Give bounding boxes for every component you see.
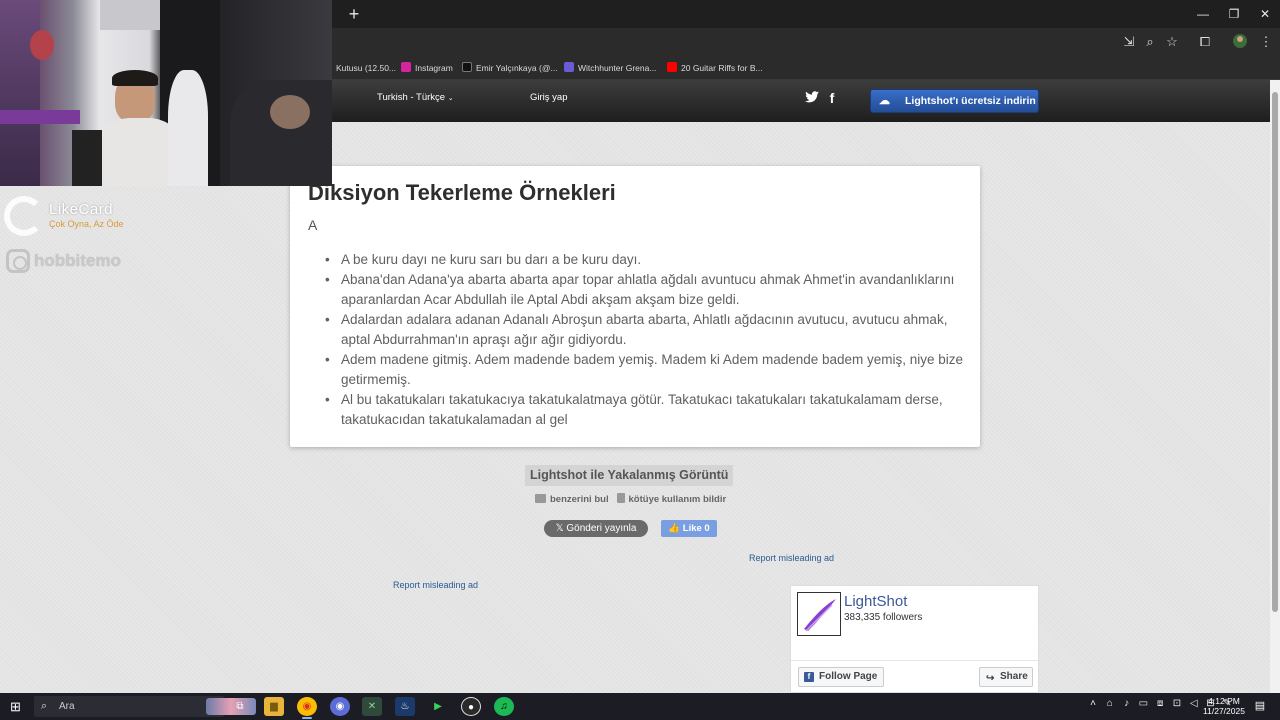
bookmark-witchhunter[interactable]: Witchhunter Grena... <box>564 60 656 76</box>
follower-count: 383,335 followers <box>844 612 923 623</box>
chevron-down-icon: ⌄ <box>447 95 454 102</box>
webcam-overlay <box>0 0 332 186</box>
list-item: Abana'dan Adana'ya abarta abarta apar to… <box>325 270 969 310</box>
instagram-icon <box>401 62 411 72</box>
bookmark-instagram[interactable]: Instagram <box>401 60 453 76</box>
chrome-icon[interactable]: ◉ <box>297 697 317 716</box>
report-ad-link[interactable]: Report misleading ad <box>749 553 834 563</box>
report-abuse-link[interactable]: kötüye kullanım bildir <box>616 493 726 505</box>
obs-icon[interactable]: ● <box>461 697 481 716</box>
profile-icon[interactable] <box>1231 33 1249 51</box>
divider <box>791 660 1038 661</box>
twitter-icon[interactable] <box>804 91 820 107</box>
shield-icon <box>564 62 574 72</box>
follow-page-button[interactable]: f Follow Page <box>798 667 884 687</box>
taskbar-search[interactable]: ⌕ Ara <box>34 696 256 717</box>
likecard-logo <box>4 196 44 236</box>
extensions-icon[interactable]: ⧠ <box>1196 33 1214 51</box>
taskbar: ⊞ ⌕ Ara ⧉ ▆ ◉ ◉ ✕ ♨ ▶ ● ♫ ˄ ⌂ ♪ ▭ ⧈ ⊡ ◁ … <box>0 693 1280 720</box>
chevron-up-icon[interactable]: ˄ <box>1086 698 1100 709</box>
find-similar-link[interactable]: benzerini bul <box>535 494 609 505</box>
star-icon[interactable]: ☆ <box>1163 33 1181 51</box>
zoom-icon[interactable]: ⌕ <box>1141 33 1159 51</box>
cloud-download-icon: ☁ <box>879 95 890 107</box>
likecard-watermark: LikeCard Çok Oyna, Az Öde <box>4 196 144 236</box>
tongue-twister-list: A be kuru dayı ne kuru sarı bu darı a be… <box>325 250 969 430</box>
share-button[interactable]: ↪ Share <box>979 667 1033 687</box>
search-icon: ⌕ <box>41 700 48 712</box>
chrome-profile-icon[interactable]: ◉ <box>330 697 350 716</box>
display-icon[interactable]: ▭ <box>1136 698 1150 709</box>
bookmark-youtube[interactable]: 20 Guitar Riffs for B... <box>667 60 763 76</box>
instagram-handle: hobbitemo <box>6 248 121 274</box>
volume-icon[interactable]: ◁ <box>1187 698 1201 709</box>
windows-start-icon[interactable]: ⊞ <box>10 700 24 714</box>
xbox-icon[interactable]: ✕ <box>362 697 382 716</box>
sponsor-slogan: Çok Oyna, Az Öde <box>49 219 124 229</box>
facebook-like-button[interactable]: 👍 Like 0 <box>661 520 717 537</box>
caption-links: benzerini bul kötüye kullanım bildir <box>535 493 726 505</box>
share-icon: ↪ <box>986 673 995 684</box>
trash-icon <box>616 493 625 503</box>
youtube-icon <box>667 62 677 72</box>
file-explorer-icon[interactable]: ▆ <box>264 697 284 716</box>
section-letter: A <box>308 217 318 233</box>
menu-icon[interactable]: ⋮ <box>1257 33 1275 51</box>
steam-icon[interactable]: ♨ <box>395 697 415 716</box>
instagram-icon <box>6 249 30 273</box>
list-item: A be kuru dayı ne kuru sarı bu darı a be… <box>325 250 969 270</box>
login-link[interactable]: Giriş yap <box>530 92 567 103</box>
date: 11/27/2025 <box>1203 706 1245 716</box>
list-item: Adem madene gitmiş. Adem madende badem y… <box>325 350 969 390</box>
facebook-page-widget: LightShot 383,335 followers f Follow Pag… <box>790 585 1039 693</box>
page-scrollbar[interactable] <box>1270 80 1280 693</box>
download-lightshot-button[interactable]: ☁ Lightshot'ı ücretsiz indirin <box>870 89 1039 113</box>
page-name-link[interactable]: LightShot <box>844 593 907 610</box>
document-title: Diksiyon Tekerleme Örnekleri <box>308 180 616 205</box>
notification-icon[interactable]: ▤ <box>1253 699 1267 713</box>
language-selector[interactable]: Turkish - Türkçe ⌄ <box>377 92 454 103</box>
lightshot-logo[interactable] <box>797 592 841 636</box>
close-button[interactable]: ✕ <box>1250 4 1280 24</box>
play-icon[interactable]: ▶ <box>428 697 448 716</box>
microphone-icon[interactable]: ♪ <box>1120 698 1134 709</box>
active-indicator <box>302 717 312 719</box>
install-app-icon[interactable]: ⇲ <box>1120 33 1138 51</box>
tray-app-icon[interactable]: ⌂ <box>1103 698 1117 709</box>
bookmark-x[interactable]: Emir Yalçınkaya (@... <box>462 60 558 76</box>
scroll-thumb[interactable] <box>1272 92 1278 612</box>
new-tab-button[interactable]: + <box>344 4 364 24</box>
sponsor-name: LikeCard <box>49 201 114 218</box>
restore-button[interactable]: ❐ <box>1219 4 1249 24</box>
minimize-button[interactable]: — <box>1188 4 1218 24</box>
spotify-icon[interactable]: ♫ <box>494 697 514 716</box>
clock[interactable]: 4:12 PM 11/27/2025 <box>1200 696 1248 716</box>
screenshot-image: Diksiyon Tekerleme Örnekleri A A be kuru… <box>290 166 980 447</box>
list-item: Adalardan adalara adanan Adanalı Abroşun… <box>325 310 969 350</box>
camera-icon <box>535 494 546 503</box>
tweet-button[interactable]: 𝕏 Gönderi yayınla <box>544 520 648 537</box>
facebook-icon: f <box>804 672 814 682</box>
network-icon[interactable]: ⊡ <box>1170 698 1184 709</box>
list-item: Al bu takatukaları takatukacıya takatuka… <box>325 390 969 430</box>
bookmark-item[interactable]: Kutusu (12.50... <box>336 60 396 76</box>
time: 4:12 PM <box>1208 696 1240 706</box>
x-icon <box>462 62 472 72</box>
screen-share-icon[interactable]: ⧈ <box>1153 698 1167 709</box>
task-view-icon[interactable]: ⧉ <box>230 697 250 716</box>
caption-title: Lightshot ile Yakalanmış Görüntü <box>525 465 734 486</box>
facebook-icon[interactable]: f <box>826 90 838 106</box>
report-ad-link[interactable]: Report misleading ad <box>393 580 478 590</box>
